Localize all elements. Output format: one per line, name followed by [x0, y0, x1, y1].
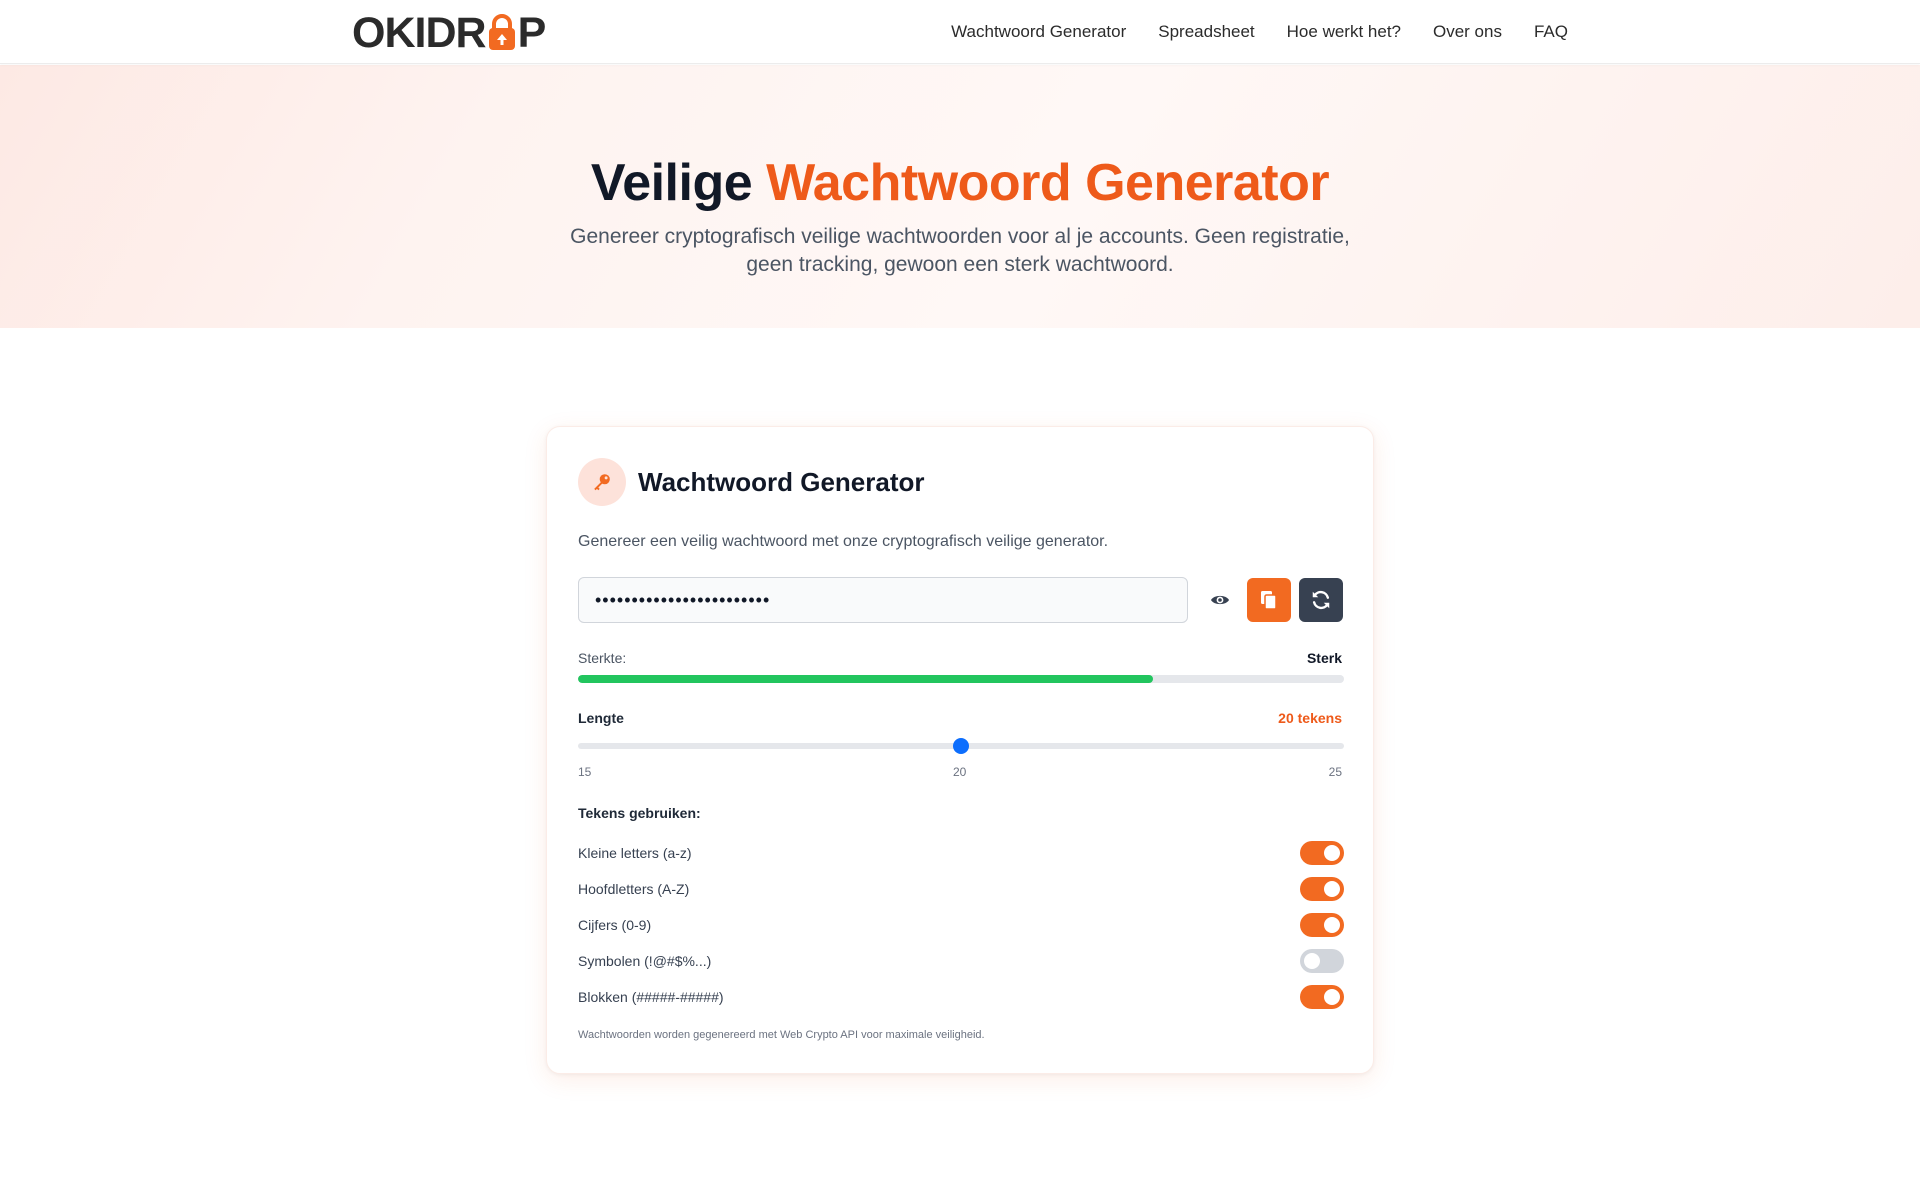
length-slider[interactable]: [578, 738, 1344, 754]
option-label: Cijfers (0-9): [578, 917, 652, 933]
regenerate-button[interactable]: [1299, 578, 1343, 622]
length-tick-mid: 20: [953, 765, 967, 779]
nav-over-ons[interactable]: Over ons: [1433, 22, 1502, 42]
card-description: Genereer een veilig wachtwoord met onze …: [578, 533, 1109, 550]
toggle-uppercase[interactable]: [1300, 877, 1344, 901]
nav-wachtwoord-generator[interactable]: Wachtwoord Generator: [951, 22, 1126, 42]
option-uppercase: Hoofdletters (A-Z): [578, 876, 1344, 902]
refresh-icon: [1312, 590, 1330, 610]
length-value: 20 tekens: [1278, 710, 1342, 726]
show-password-button[interactable]: [1201, 581, 1239, 619]
length-tick-min: 15: [578, 765, 592, 779]
option-blocks: Blokken (#####-#####): [578, 984, 1344, 1010]
hero-title: Veilige Wachtwoord Generator: [0, 153, 1920, 213]
toggle-symbols[interactable]: [1300, 949, 1344, 973]
eye-icon: [1211, 595, 1229, 605]
option-digits: Cijfers (0-9): [578, 912, 1344, 938]
hero-title-accent: Wachtwoord Generator: [766, 154, 1330, 212]
footnote: Wachtwoorden worden gegenereerd met Web …: [578, 1029, 985, 1041]
main-nav: Wachtwoord Generator Spreadsheet Hoe wer…: [951, 0, 1568, 64]
nav-spreadsheet[interactable]: Spreadsheet: [1158, 22, 1254, 42]
hero-section: Veilige Wachtwoord Generator Genereer cr…: [0, 65, 1920, 328]
chars-heading: Tekens gebruiken:: [578, 805, 701, 821]
toggle-digits[interactable]: [1300, 913, 1344, 937]
logo-text-left: OKIDR: [352, 8, 487, 57]
length-label: Lengte: [578, 710, 624, 726]
generator-card: Wachtwoord Generator Genereer een veilig…: [546, 426, 1374, 1074]
option-label: Symbolen (!@#$%...): [578, 953, 712, 969]
length-slider-thumb[interactable]: [953, 738, 969, 754]
length-tick-max: 25: [1328, 765, 1342, 779]
logo[interactable]: OKIDR P: [352, 9, 546, 57]
strength-label: Sterkte:: [578, 650, 627, 666]
card-title: Wachtwoord Generator: [638, 467, 925, 497]
option-symbols: Symbolen (!@#$%...): [578, 948, 1344, 974]
hero-subtitle: Genereer cryptografisch veilige wachtwoo…: [570, 225, 1350, 276]
toggle-blocks[interactable]: [1300, 985, 1344, 1009]
nav-hoe-werkt-het[interactable]: Hoe werkt het?: [1287, 22, 1401, 42]
hero-title-plain: Veilige: [590, 154, 753, 212]
nav-faq[interactable]: FAQ: [1534, 22, 1568, 42]
option-label: Kleine letters (a-z): [578, 845, 692, 861]
copy-icon: [1261, 591, 1277, 610]
strength-bar-fill: [578, 675, 1153, 683]
logo-text-right: P: [517, 8, 547, 57]
strength-bar: [578, 675, 1344, 683]
toggle-lowercase[interactable]: [1300, 841, 1344, 865]
password-field[interactable]: ••••••••••••••••••••••••: [578, 577, 1188, 623]
option-label: Blokken (#####-#####): [578, 989, 724, 1005]
key-icon: [578, 458, 626, 506]
site-header: OKIDR P Wachtwoord Generator Spreadsheet…: [0, 0, 1920, 64]
option-label: Hoofdletters (A-Z): [578, 881, 690, 897]
option-lowercase: Kleine letters (a-z): [578, 840, 1344, 866]
strength-value: Sterk: [1306, 650, 1342, 666]
lock-icon: [487, 14, 517, 52]
copy-button[interactable]: [1247, 578, 1291, 622]
